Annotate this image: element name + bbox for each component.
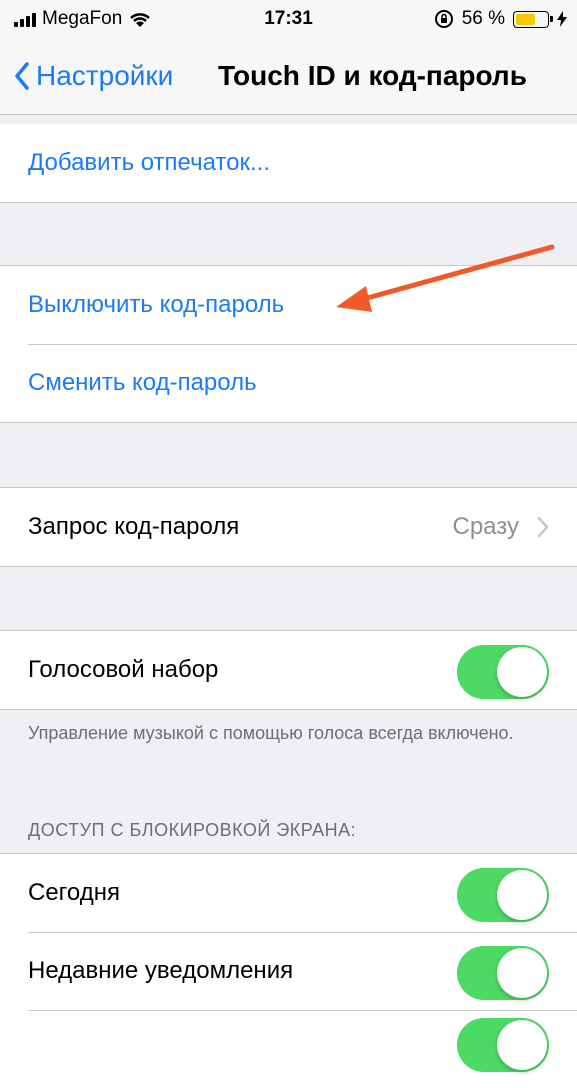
chevron-left-icon: [15, 62, 29, 90]
battery-percent: 56 %: [461, 8, 505, 29]
today-label: Сегодня: [28, 879, 120, 906]
voice-dial-row: Голосовой набор: [0, 631, 577, 709]
charging-icon: [557, 11, 567, 27]
change-passcode-label: Сменить код-пароль: [28, 369, 257, 396]
recent-notifications-label: Недавние уведомления: [28, 957, 294, 984]
today-row: Сегодня: [0, 854, 577, 932]
voice-dial-label: Голосовой набор: [28, 656, 219, 683]
toggle-knob: [497, 1020, 547, 1070]
recent-notifications-toggle[interactable]: [457, 946, 549, 1000]
passcode-group: Выключить код-пароль Сменить код-пароль: [0, 265, 577, 423]
orientation-lock-icon: [434, 10, 453, 28]
page-title: Touch ID и код-пароль: [218, 60, 527, 91]
lock-screen-header: ДОСТУП С БЛОКИРОВКОЙ ЭКРАНА:: [28, 820, 357, 840]
toggle-knob: [497, 870, 547, 920]
voice-dial-note: Управление музыкой с помощью голоса всег…: [28, 723, 514, 743]
turn-off-passcode-label: Выключить код-пароль: [28, 291, 285, 318]
partial-toggle[interactable]: [457, 1018, 549, 1072]
add-fingerprint-row[interactable]: Добавить отпечаток...: [0, 124, 577, 202]
back-label: Настройки: [36, 60, 174, 91]
toggle-knob: [497, 948, 547, 998]
status-right: 56 %: [434, 8, 567, 30]
chevron-right-icon: [537, 516, 549, 538]
status-bar: MegaFon 17:31 56 %: [0, 0, 577, 40]
require-passcode-group: Запрос код-пароля Сразу: [0, 487, 577, 567]
lock-screen-group: Сегодня Недавние уведомления: [0, 853, 577, 1088]
navigation-bar: Настройки Touch ID и код-пароль: [0, 40, 577, 115]
battery-icon: [513, 10, 553, 28]
next-row-partial: [0, 1010, 577, 1088]
toggle-knob: [497, 647, 547, 697]
voice-dial-group: Голосовой набор: [0, 630, 577, 710]
require-passcode-row[interactable]: Запрос код-пароля Сразу: [0, 488, 577, 566]
voice-dial-toggle[interactable]: [457, 645, 549, 699]
add-fingerprint-label: Добавить отпечаток...: [28, 149, 270, 176]
back-button[interactable]: Настройки: [14, 60, 173, 92]
recent-notifications-row: Недавние уведомления: [0, 932, 577, 1010]
fingerprint-group: Добавить отпечаток...: [0, 124, 577, 203]
today-toggle[interactable]: [457, 868, 549, 922]
require-passcode-label: Запрос код-пароля: [28, 513, 240, 540]
change-passcode-row[interactable]: Сменить код-пароль: [0, 344, 577, 422]
require-passcode-value: Сразу: [452, 513, 520, 540]
turn-off-passcode-row[interactable]: Выключить код-пароль: [0, 266, 577, 344]
